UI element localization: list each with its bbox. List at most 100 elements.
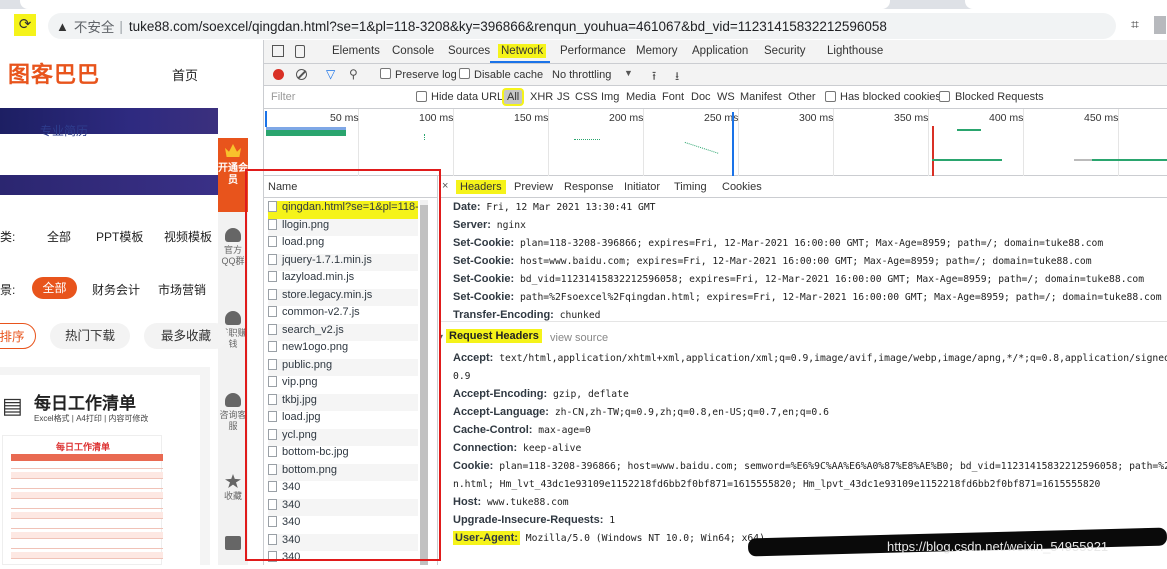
rail-chat[interactable]: [218, 536, 248, 553]
filter-icon[interactable]: ▽: [326, 67, 335, 81]
header-key: Set-Cookie:: [453, 237, 515, 249]
type-media[interactable]: Media: [626, 91, 656, 103]
type-img[interactable]: Img: [601, 91, 619, 103]
sheet-row: [11, 522, 163, 529]
throttling-select[interactable]: No throttling: [552, 69, 611, 81]
blocked-cookies-checkbox[interactable]: [825, 91, 836, 102]
rail-qq-group[interactable]: 官方QQ群: [218, 228, 248, 267]
disable-cache-checkbox[interactable]: [459, 68, 470, 79]
security-label[interactable]: 不安全: [74, 16, 115, 36]
tab-initiator[interactable]: Initiator: [624, 181, 660, 193]
header-line: Server: nginx: [453, 219, 526, 231]
sheet-row: [11, 512, 163, 519]
reload-icon[interactable]: ⟳: [14, 14, 36, 36]
tab-network[interactable]: Network: [498, 44, 547, 58]
list-icon: ▤: [2, 393, 23, 418]
close-icon[interactable]: ×: [442, 180, 448, 192]
annotation-box: [245, 169, 441, 561]
vip-button[interactable]: 开通会员: [218, 138, 248, 212]
type-css[interactable]: CSS: [575, 91, 598, 103]
overview-dots: [574, 139, 600, 147]
network-overview[interactable]: 50 ms 100 ms 150 ms 200 ms 250 ms 300 ms…: [264, 109, 1167, 176]
filter-bar: Filter Hide data URLs All XHR JS CSS Img…: [264, 86, 1167, 109]
type-all[interactable]: All: [504, 90, 523, 104]
support-icon: [225, 393, 241, 407]
import-icon[interactable]: ⭱: [652, 67, 656, 88]
tab-timing[interactable]: Timing: [674, 181, 707, 193]
template-card[interactable]: ▤ 每日工作清单 Excel格式 | A4打印 | 内容可修改 每日工作清单: [0, 375, 200, 565]
overview-dots: [680, 141, 719, 167]
view-source-link[interactable]: view source: [550, 332, 608, 344]
banner-strip[interactable]: [0, 175, 218, 195]
type-other[interactable]: Other: [788, 91, 816, 103]
header-key: Cookie:: [453, 460, 494, 472]
chat-icon: [225, 536, 241, 550]
sort-hot[interactable]: 热门下载: [50, 323, 130, 349]
scene-finance[interactable]: 财务会计: [92, 281, 140, 298]
tab-security[interactable]: Security: [764, 45, 806, 57]
type-doc[interactable]: Doc: [691, 91, 711, 103]
sheet-row: [11, 472, 163, 479]
tick-label: 400 ms: [989, 112, 1024, 124]
url-text[interactable]: tuke88.com/soexcel/qingdan.html?se=1&pl=…: [129, 19, 887, 34]
site-logo[interactable]: 图客巴巴: [8, 57, 100, 89]
hide-data-urls-checkbox[interactable]: [416, 91, 427, 102]
filter-input[interactable]: Filter: [266, 88, 406, 106]
header-line: Accept: text/html,application/xhtml+xml,…: [453, 352, 1167, 364]
search-icon[interactable]: ⚲: [349, 67, 358, 81]
type-font[interactable]: Font: [662, 91, 684, 103]
tab-memory[interactable]: Memory: [636, 45, 678, 57]
type-js[interactable]: JS: [557, 91, 570, 103]
scene-all[interactable]: 全部: [32, 277, 77, 299]
banner[interactable]: 专业简历: [0, 108, 218, 138]
tab-sources[interactable]: Sources: [448, 45, 490, 57]
header-value: zh-CN,zh-TW;q=0.9,zh;q=0.8,en-US;q=0.7,e…: [554, 407, 829, 418]
overview-bar: [1074, 159, 1092, 161]
card-preview: 每日工作清单: [2, 435, 163, 565]
category-all[interactable]: 全部: [47, 228, 71, 245]
tab-console[interactable]: Console: [392, 45, 434, 57]
export-icon[interactable]: ⭳: [675, 67, 679, 88]
translate-icon[interactable]: ⌗: [1131, 16, 1139, 33]
inspect-icon[interactable]: [272, 45, 284, 57]
rail-support[interactable]: 咨询客服: [218, 393, 248, 432]
type-xhr[interactable]: XHR: [530, 91, 553, 103]
tab-performance[interactable]: Performance: [560, 45, 626, 57]
address-bar[interactable]: ▲ 不安全 | tuke88.com/soexcel/qingdan.html?…: [48, 13, 1116, 39]
header-line: Cookie: plan=118-3208-396866; host=www.b…: [453, 460, 1167, 472]
devtools-tabs: Elements Console Sources Network Perform…: [264, 40, 1167, 64]
banner-text: 专业简历: [40, 124, 89, 138]
chevron-down-icon[interactable]: ▼: [624, 68, 633, 78]
sheet-row: [11, 492, 163, 499]
tab-headers[interactable]: Headers: [456, 180, 506, 194]
warning-icon[interactable]: ▲: [56, 19, 69, 34]
tab-cookies[interactable]: Cookies: [722, 181, 762, 193]
record-icon[interactable]: [273, 69, 284, 80]
tab-preview[interactable]: Preview: [514, 181, 553, 193]
tab-response[interactable]: Response: [564, 181, 614, 193]
template-grid: ▤ 每日工作清单 Excel格式 | A4打印 | 内容可修改 每日工作清单: [0, 367, 210, 565]
header-key: User-Agent:: [453, 531, 520, 545]
category-ppt[interactable]: PPT模板: [96, 228, 143, 245]
type-ws[interactable]: WS: [717, 91, 735, 103]
clear-icon[interactable]: [296, 69, 307, 80]
tab-lighthouse[interactable]: Lighthouse: [827, 45, 883, 57]
dom-content-loaded-line: [732, 112, 734, 176]
request-headers-title[interactable]: Request Headers: [446, 329, 542, 343]
rail-favorite[interactable]: 收藏: [218, 474, 248, 502]
preserve-log-checkbox[interactable]: [380, 68, 391, 79]
tab-application[interactable]: Application: [692, 45, 748, 57]
device-toggle-icon[interactable]: [295, 45, 305, 58]
tab-elements[interactable]: Elements: [332, 45, 380, 57]
active-tab[interactable]: [20, 0, 890, 9]
extension-icon[interactable]: [1154, 16, 1166, 34]
inactive-tab[interactable]: [965, 0, 1167, 9]
type-manifest[interactable]: Manifest: [740, 91, 782, 103]
category-video[interactable]: 视频模板: [164, 228, 212, 245]
scene-marketing[interactable]: 市场营销: [158, 281, 206, 298]
header-value: keep-alive: [523, 443, 582, 454]
nav-home[interactable]: 首页: [172, 65, 198, 84]
blocked-requests-checkbox[interactable]: [939, 91, 950, 102]
sort-favorites[interactable]: 最多收藏: [144, 323, 228, 349]
sort-default[interactable]: 排序: [0, 323, 36, 349]
